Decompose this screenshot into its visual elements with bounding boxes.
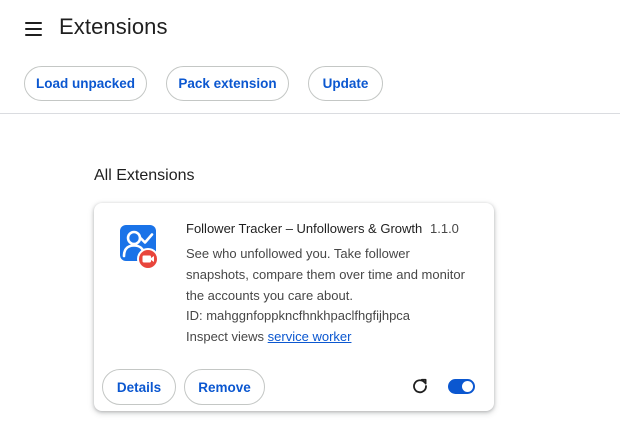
remove-button[interactable]: Remove [184,369,265,405]
extension-card: Follower Tracker – Unfollowers & Growth … [94,203,494,411]
extension-name: Follower Tracker – Unfollowers & Growth [186,221,423,236]
pack-extension-button[interactable]: Pack extension [166,66,289,101]
update-button[interactable]: Update [308,66,383,101]
section-title: All Extensions [94,167,195,184]
extension-description: See who unfollowed you. Take follower sn… [186,246,465,303]
load-unpacked-button[interactable]: Load unpacked [24,66,147,101]
extension-version: 1.1.0 [430,221,459,236]
details-button[interactable]: Details [102,369,176,405]
hamburger-menu-icon[interactable] [22,18,46,40]
inspect-views-label: Inspect views [186,329,265,344]
page-header: Extensions Load unpacked Pack extension … [0,0,620,114]
extension-id: ID: mahggnfoppkncfhnkhpaclfhgfijhpca [186,308,411,323]
page-title: Extensions [59,14,168,39]
user-check-icon [120,225,160,270]
reload-icon[interactable] [412,378,428,394]
toggle-knob [462,381,473,392]
enable-toggle[interactable] [448,379,475,394]
inspect-views: Inspect views service worker [186,329,351,344]
service-worker-link[interactable]: service worker [268,329,352,344]
